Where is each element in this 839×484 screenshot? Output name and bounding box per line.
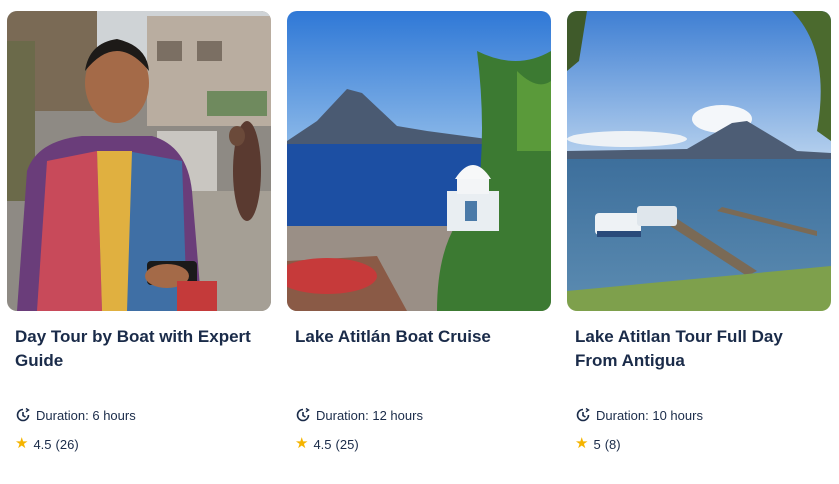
tour-card-boat-cruise[interactable]: Lake Atitlán Boat Cruise Duration: 12 ho…	[287, 11, 551, 471]
tour-title[interactable]: Day Tour by Boat with Expert Guide	[15, 325, 265, 373]
tour-photo-lake-dock[interactable]	[567, 11, 831, 311]
rating-value: 5	[593, 436, 601, 452]
duration-text: Duration: 12 hours	[316, 407, 423, 423]
duration-text: Duration: 6 hours	[36, 407, 136, 423]
star-icon: ★	[15, 435, 29, 452]
tour-title[interactable]: Lake Atitlán Boat Cruise	[295, 325, 545, 349]
review-count: (26)	[55, 436, 79, 452]
rating-value: 4.5	[33, 436, 52, 452]
star-icon: ★	[295, 435, 309, 452]
tour-card-full-day-antigua[interactable]: Lake Atitlan Tour Full Day From Antigua …	[567, 11, 831, 471]
tour-rating: ★ 5 (8)	[575, 436, 621, 452]
clock-icon	[16, 407, 30, 422]
star-icon: ★	[575, 435, 589, 452]
tour-rating: ★ 4.5 (26)	[15, 436, 79, 452]
rating-value: 4.5	[313, 436, 332, 452]
tour-photo-lake-volcano-chapel[interactable]	[287, 11, 551, 311]
duration-text: Duration: 10 hours	[596, 407, 703, 423]
tour-duration: Duration: 12 hours	[295, 407, 423, 423]
tour-card-day-tour-boat[interactable]: Day Tour by Boat with Expert Guide Durat…	[7, 11, 271, 471]
clock-icon	[296, 407, 310, 422]
tour-duration: Duration: 6 hours	[15, 407, 136, 423]
tour-rating: ★ 4.5 (25)	[295, 436, 359, 452]
tour-photo-woman-in-town[interactable]	[7, 11, 271, 311]
review-count: (25)	[335, 436, 359, 452]
tour-title[interactable]: Lake Atitlan Tour Full Day From Antigua	[575, 325, 825, 373]
tour-duration: Duration: 10 hours	[575, 407, 703, 423]
clock-icon	[576, 407, 590, 422]
review-count: (8)	[604, 436, 621, 452]
